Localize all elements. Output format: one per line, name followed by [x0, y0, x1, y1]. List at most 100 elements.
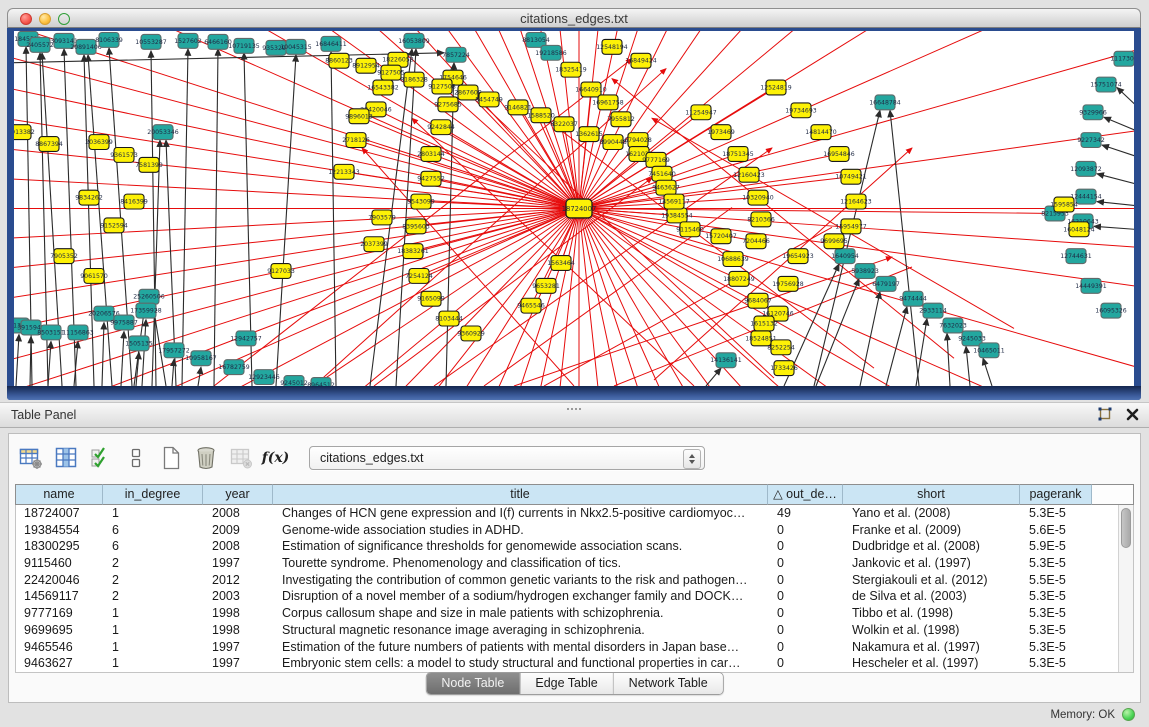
- network-node[interactable]: 16095326: [1095, 303, 1127, 318]
- network-node[interactable]: 7581399: [135, 157, 163, 172]
- table-row[interactable]: 946362711997Embryonic stem cells: a mode…: [16, 655, 1133, 672]
- table-row[interactable]: 946554611997Estimation of the future num…: [16, 639, 1133, 656]
- cell-year[interactable]: 2008: [204, 538, 274, 555]
- cell-name[interactable]: 9463627: [16, 655, 104, 672]
- column-header-short[interactable]: short: [843, 484, 1020, 505]
- network-node[interactable]: 9465546: [517, 298, 545, 313]
- network-node[interactable]: 2036399: [85, 135, 113, 150]
- row-height-icon[interactable]: [122, 445, 149, 472]
- network-node[interactable]: 17359928: [130, 303, 162, 318]
- cell-year[interactable]: 2008: [204, 505, 274, 522]
- network-node[interactable]: 18325419: [555, 62, 587, 77]
- cell-pagerank[interactable]: 5.9E-5: [1021, 538, 1093, 555]
- network-node[interactable]: 2718126: [342, 133, 370, 148]
- network-node[interactable]: 8322037: [550, 117, 578, 132]
- cell-title[interactable]: Estimation of significance thresholds fo…: [274, 538, 769, 555]
- network-node[interactable]: 12923446: [248, 370, 280, 385]
- network-node[interactable]: 10688639: [717, 252, 749, 267]
- network-node[interactable]: 9061570: [80, 268, 108, 283]
- network-node[interactable]: 5938923: [851, 264, 879, 279]
- network-node[interactable]: 9684067: [744, 293, 772, 308]
- cell-pagerank[interactable]: 5.3E-5: [1021, 605, 1093, 622]
- table-row[interactable]: 1456911722003Disruption of a novel membe…: [16, 588, 1133, 605]
- network-node[interactable]: 1527602: [174, 33, 202, 48]
- cell-year[interactable]: 1998: [204, 622, 274, 639]
- network-node[interactable]: 1117304: [1110, 51, 1134, 66]
- network-node[interactable]: 9699695: [820, 234, 848, 249]
- network-node[interactable]: 1615132: [750, 316, 778, 331]
- table-row[interactable]: 911546021997Tourette syndrome. Phenomeno…: [16, 555, 1133, 572]
- column-header-pagerank[interactable]: pagerank: [1020, 484, 1092, 505]
- network-node[interactable]: 1733426: [770, 361, 798, 376]
- network-node[interactable]: 10958167: [185, 351, 217, 366]
- cell-short[interactable]: Franke et al. (2009): [844, 522, 1021, 539]
- network-node[interactable]: 2037399: [360, 237, 388, 252]
- cell-out_de[interactable]: 0: [769, 522, 844, 539]
- memory-status-indicator[interactable]: [1122, 708, 1135, 721]
- cell-short[interactable]: Stergiakouli et al. (2012): [844, 572, 1021, 589]
- cell-short[interactable]: de Silva et al. (2003): [844, 588, 1021, 605]
- network-node[interactable]: 12548194: [596, 39, 628, 54]
- network-node[interactable]: 9115460: [676, 222, 704, 237]
- cell-out_de[interactable]: 0: [769, 572, 844, 589]
- network-node[interactable]: 14449391: [1075, 278, 1107, 293]
- network-node[interactable]: 9896013: [345, 109, 373, 124]
- cell-name[interactable]: 9699695: [16, 622, 104, 639]
- table-panel-header[interactable]: Table Panel: [0, 402, 1149, 428]
- cell-short[interactable]: Tibbo et al. (1998): [844, 605, 1021, 622]
- network-node[interactable]: 25260506: [133, 289, 165, 304]
- network-node[interactable]: 9245012: [280, 376, 308, 386]
- cell-title[interactable]: Genome-wide association studies in ADHD.: [274, 522, 769, 539]
- select-rows-icon[interactable]: [87, 445, 114, 472]
- cell-year[interactable]: 2012: [204, 572, 274, 589]
- network-node[interactable]: 10320940: [742, 190, 774, 205]
- network-node[interactable]: 9165099: [417, 291, 445, 306]
- cell-in_degree[interactable]: 2: [104, 572, 204, 589]
- cell-year[interactable]: 1998: [204, 605, 274, 622]
- cell-name[interactable]: 19384554: [16, 522, 104, 539]
- network-node[interactable]: 7903579: [368, 210, 396, 225]
- cell-title[interactable]: Estimation of the future numbers of pati…: [274, 639, 769, 656]
- cell-pagerank[interactable]: 5.3E-5: [1021, 588, 1093, 605]
- column-header-name[interactable]: name: [15, 484, 103, 505]
- cell-name[interactable]: 9465546: [16, 639, 104, 656]
- network-node[interactable]: 7254124: [405, 268, 433, 283]
- column-header-title[interactable]: title: [273, 484, 768, 505]
- table-row[interactable]: 1938455462009Genome-wide association stu…: [16, 522, 1133, 539]
- network-node[interactable]: 7204466: [742, 234, 770, 249]
- network-node[interactable]: 12160423: [733, 167, 765, 182]
- network-node[interactable]: 14136141: [710, 353, 742, 368]
- cell-out_de[interactable]: 0: [769, 622, 844, 639]
- network-node[interactable]: 7905352: [50, 249, 78, 264]
- network-node[interactable]: 1563464: [547, 256, 575, 271]
- panel-resize-handle[interactable]: [567, 403, 581, 410]
- cell-title[interactable]: Changes of HCN gene expression and I(f) …: [274, 505, 769, 522]
- cell-name[interactable]: 18724007: [16, 505, 104, 522]
- network-node[interactable]: 8186328: [400, 72, 428, 87]
- table-row[interactable]: 969969511998Structural magnetic resonanc…: [16, 622, 1133, 639]
- network-node[interactable]: 12744631: [1060, 249, 1092, 264]
- network-node[interactable]: 9127508: [428, 79, 456, 94]
- table-row[interactable]: 977716911998Corpus callosum shape and si…: [16, 605, 1133, 622]
- network-node[interactable]: 16849424: [625, 53, 657, 68]
- network-node[interactable]: 1595854: [1050, 197, 1078, 212]
- citation-network-graph[interactable]: 1845311240557230931412089140681063391055…: [14, 31, 1134, 386]
- cell-in_degree[interactable]: 1: [104, 622, 204, 639]
- network-node[interactable]: 8106339: [95, 32, 123, 47]
- cell-in_degree[interactable]: 2: [104, 588, 204, 605]
- cell-pagerank[interactable]: 5.3E-5: [1021, 655, 1093, 672]
- network-node[interactable]: 7632023: [939, 318, 967, 333]
- network-node[interactable]: 7857224: [442, 47, 470, 62]
- cell-out_de[interactable]: 0: [769, 605, 844, 622]
- cell-short[interactable]: Jankovic et al. (1997): [844, 555, 1021, 572]
- cell-out_de[interactable]: 0: [769, 655, 844, 672]
- cell-in_degree[interactable]: 6: [104, 522, 204, 539]
- cell-pagerank[interactable]: 5.6E-5: [1021, 522, 1093, 539]
- cell-pagerank[interactable]: 5.5E-5: [1021, 572, 1093, 589]
- cell-name[interactable]: 22420046: [16, 572, 104, 589]
- cell-out_de[interactable]: 0: [769, 639, 844, 656]
- cell-in_degree[interactable]: 1: [104, 639, 204, 656]
- network-node[interactable]: 9242844: [427, 120, 455, 135]
- cell-pagerank[interactable]: 5.3E-5: [1021, 505, 1093, 522]
- table-row[interactable]: 1872400712008Changes of HCN gene express…: [16, 505, 1133, 522]
